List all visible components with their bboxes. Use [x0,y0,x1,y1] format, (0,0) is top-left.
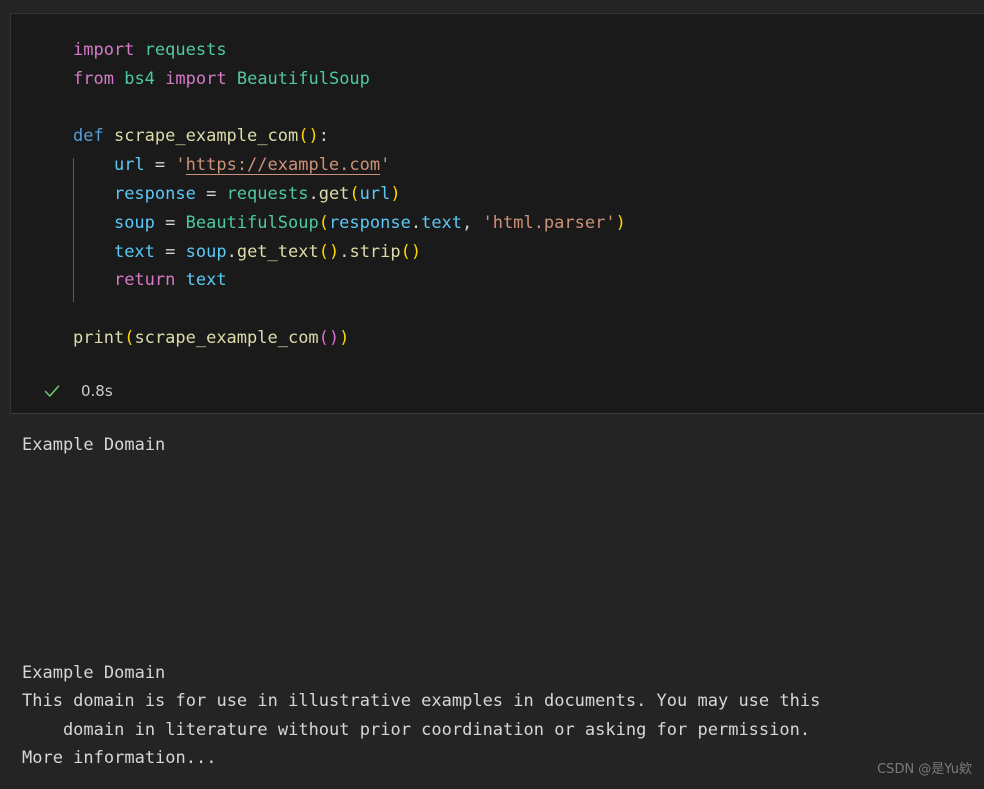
code-token: ' [380,155,391,176]
execution-time-label: 0.8s [81,382,113,400]
code-token: 'html.parser' [482,212,616,233]
code-token: bs4 [124,68,155,89]
code-token: https://example.com [185,155,381,176]
code-line-5: url = 'https://example.com' [11,151,984,180]
output-line-heading: Example Domain [22,435,166,455]
code-token: get_text [236,241,319,262]
code-token: scrape_example_com [134,327,319,348]
code-token: response [328,212,411,233]
code-token: . [410,212,422,233]
code-token: () [400,241,422,262]
code-token: ) [339,327,350,348]
code-editor[interactable]: import requests from bs4 import Beautiful… [11,14,984,353]
code-token: ) [390,183,401,204]
code-line-7: soup = BeautifulSoup(response.text, 'htm… [11,209,984,238]
cell-execution-status: 0.8s [11,368,984,414]
window-top-strip [0,0,984,13]
cell-bottom-divider [10,413,984,414]
code-token: . [308,183,319,204]
code-token: = [195,183,227,204]
code-token: = [144,155,176,176]
code-token: . [339,241,350,262]
watermark-label: CSDN @是Yu欸 [877,762,972,777]
code-line-2: from bs4 import BeautifulSoup [11,65,984,94]
code-token: get [318,183,350,204]
code-token: text [421,212,463,233]
code-line-8: text = soup.get_text().strip() [11,238,984,267]
code-lines-container: import requests from bs4 import Beautiful… [11,36,984,353]
code-token: def [73,126,104,147]
code-token: ( [124,327,135,348]
code-token: ' [175,155,186,176]
notebook-code-cell[interactable]: import requests from bs4 import Beautiful… [10,13,984,414]
code-token: response [113,183,196,204]
code-token: BeautifulSoup [185,212,319,233]
code-token: = [154,241,186,262]
code-token: soup [113,212,155,233]
code-token: . [226,241,237,262]
code-token: from [73,68,114,89]
cell-output-area: Example Domain Example Domain This domai… [0,415,984,789]
code-token: requests [226,183,309,204]
code-line-4: def scrape_example_com(): [11,122,984,151]
code-token: () [318,241,340,262]
check-icon [43,382,61,400]
code-token: ( [318,212,329,233]
code-token: import [165,68,227,89]
code-line-11: print(scrape_example_com()) [11,324,984,353]
code-token: : [318,126,329,147]
output-line-1: Example Domain [22,663,166,683]
code-line-6: response = requests.get(url) [11,180,984,209]
code-token: = [154,212,186,233]
code-line-9: return text [11,266,984,295]
code-token: import [73,40,135,60]
code-token: url [359,183,391,204]
output-line-3: domain in literature without prior coord… [22,720,811,740]
code-token: soup [185,241,227,262]
code-token: url [113,155,145,176]
code-token: ( [349,183,360,204]
code-token: print [73,327,125,348]
output-line-2: This domain is for use in illustrative e… [22,691,821,711]
code-token: strip [349,241,401,262]
code-token: scrape_example_com [113,126,299,147]
code-line-1: import requests [11,36,984,65]
code-token: () [298,126,319,147]
output-line-4: More information... [22,748,217,768]
code-token: requests [144,40,227,60]
code-token: ) [615,212,626,233]
code-token: , [462,212,483,233]
code-token: text [185,270,227,291]
code-token: () [318,327,340,348]
code-token: text [113,241,155,262]
code-token: BeautifulSoup [236,68,370,89]
code-token: return [113,270,176,291]
